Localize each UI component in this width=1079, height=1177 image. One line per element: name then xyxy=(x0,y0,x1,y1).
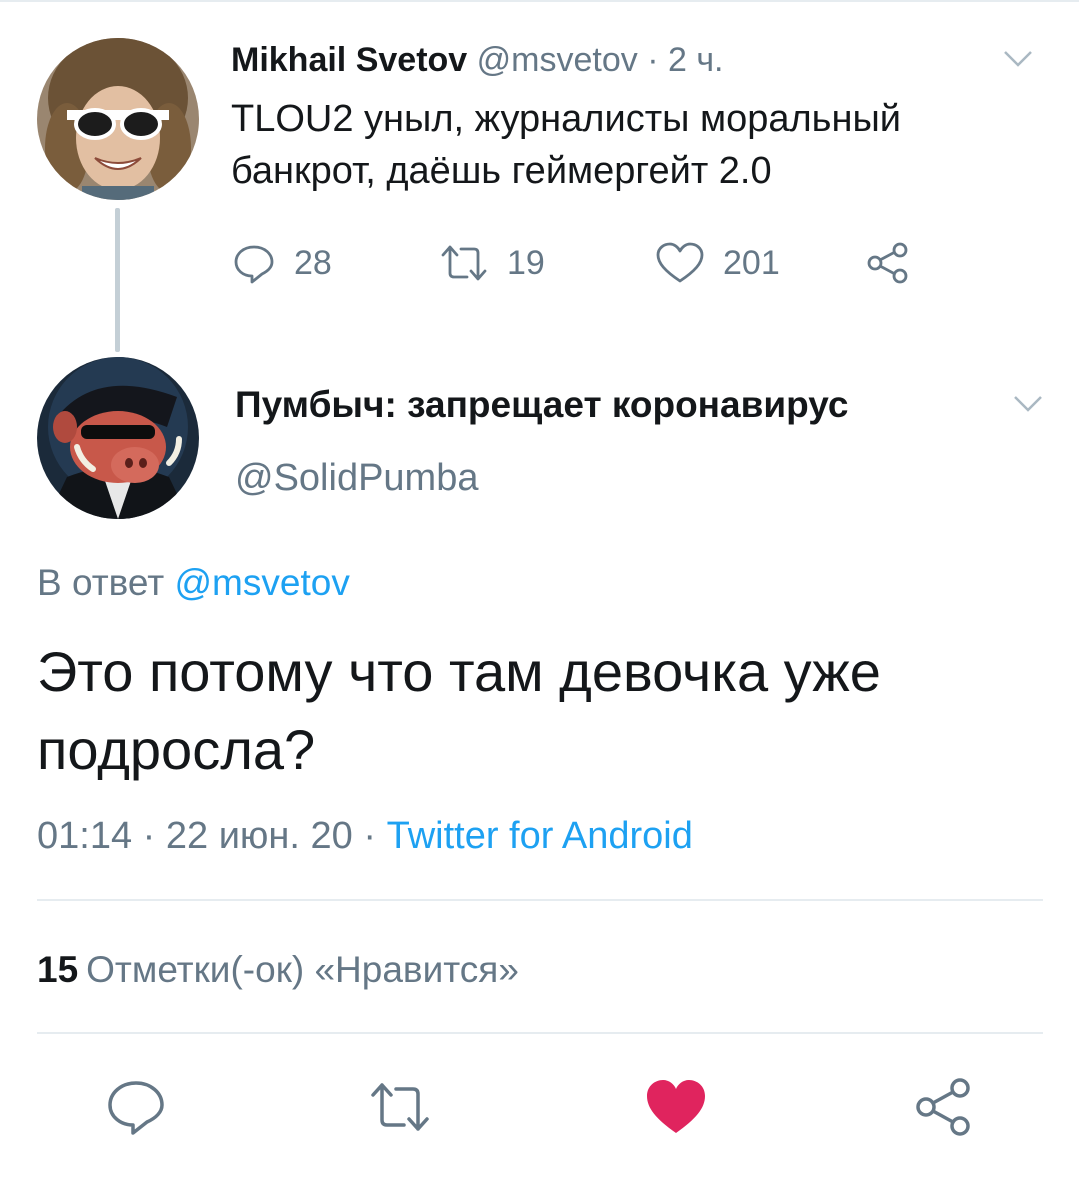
main-tweet-meta: 01:14 · 22 июн. 20 · Twitter for Android xyxy=(37,812,693,860)
divider xyxy=(37,1032,1043,1034)
parent-share-button[interactable] xyxy=(865,238,929,288)
likes-count: 15 xyxy=(37,949,79,990)
chevron-down-icon[interactable] xyxy=(1013,395,1043,413)
avatar-warthog-icon xyxy=(37,357,199,519)
client-link[interactable]: Twitter for Android xyxy=(387,815,693,857)
parent-author-name[interactable]: Mikhail Svetov xyxy=(231,41,467,79)
reply-to-handle-link[interactable]: @msvetov xyxy=(175,562,350,603)
parent-like-button[interactable]: 201 xyxy=(655,238,780,288)
avatar-mikhail-svetov[interactable] xyxy=(37,38,199,200)
divider xyxy=(37,899,1043,901)
reply-prefix: В ответ xyxy=(37,562,175,603)
top-border xyxy=(0,0,1079,2)
share-icon[interactable] xyxy=(912,1075,976,1139)
parent-timestamp[interactable]: 2 ч. xyxy=(668,41,724,79)
like-icon xyxy=(656,242,704,283)
parent-tweet-text: TLOU2 уныл, журналисты моральный банкрот… xyxy=(231,98,901,192)
main-tweet-date: 22 июн. 20 xyxy=(165,815,353,857)
like-icon[interactable] xyxy=(644,1075,708,1139)
reply-icon xyxy=(234,245,274,284)
parent-author-handle[interactable]: @msvetov xyxy=(477,41,638,79)
main-tweet-text: Это потому что там девочка уже подросла? xyxy=(37,640,881,781)
parent-tweet-header: Mikhail Svetov @msvetov · 2 ч. xyxy=(231,40,724,80)
retweet-icon[interactable] xyxy=(368,1075,432,1139)
likes-label: Отметки(-ок) «Нравится» xyxy=(86,949,519,990)
likes-summary[interactable]: 15 Отметки(-ок) «Нравится» xyxy=(37,947,519,993)
avatar-photo-icon xyxy=(37,38,199,200)
meta-separator-2: · xyxy=(352,815,387,857)
parent-retweet-count: 19 xyxy=(507,243,545,282)
parent-retweet-button[interactable]: 19 xyxy=(439,238,545,288)
chevron-down-icon[interactable] xyxy=(1003,50,1033,68)
tweet-detail-screen: Mikhail Svetov @msvetov · 2 ч. TLOU2 уны… xyxy=(0,0,1079,1177)
main-tweet-time: 01:14 xyxy=(37,815,133,857)
share-icon xyxy=(867,242,908,284)
thread-connector-line xyxy=(115,208,120,352)
reply-context: В ответ @msvetov xyxy=(37,560,350,606)
parent-reply-count: 28 xyxy=(294,243,332,282)
main-author-name[interactable]: Пумбыч: запрещает коронавирус xyxy=(235,383,848,427)
parent-reply-button[interactable]: 28 xyxy=(232,238,332,288)
main-author-handle[interactable]: @SolidPumba xyxy=(235,455,478,501)
reply-icon[interactable] xyxy=(104,1075,168,1139)
retweet-icon xyxy=(441,245,487,281)
meta-separator-1: · xyxy=(132,815,166,857)
avatar-solidpumba[interactable] xyxy=(37,357,199,519)
parent-like-count: 201 xyxy=(723,243,780,282)
parent-separator: · xyxy=(637,41,668,79)
